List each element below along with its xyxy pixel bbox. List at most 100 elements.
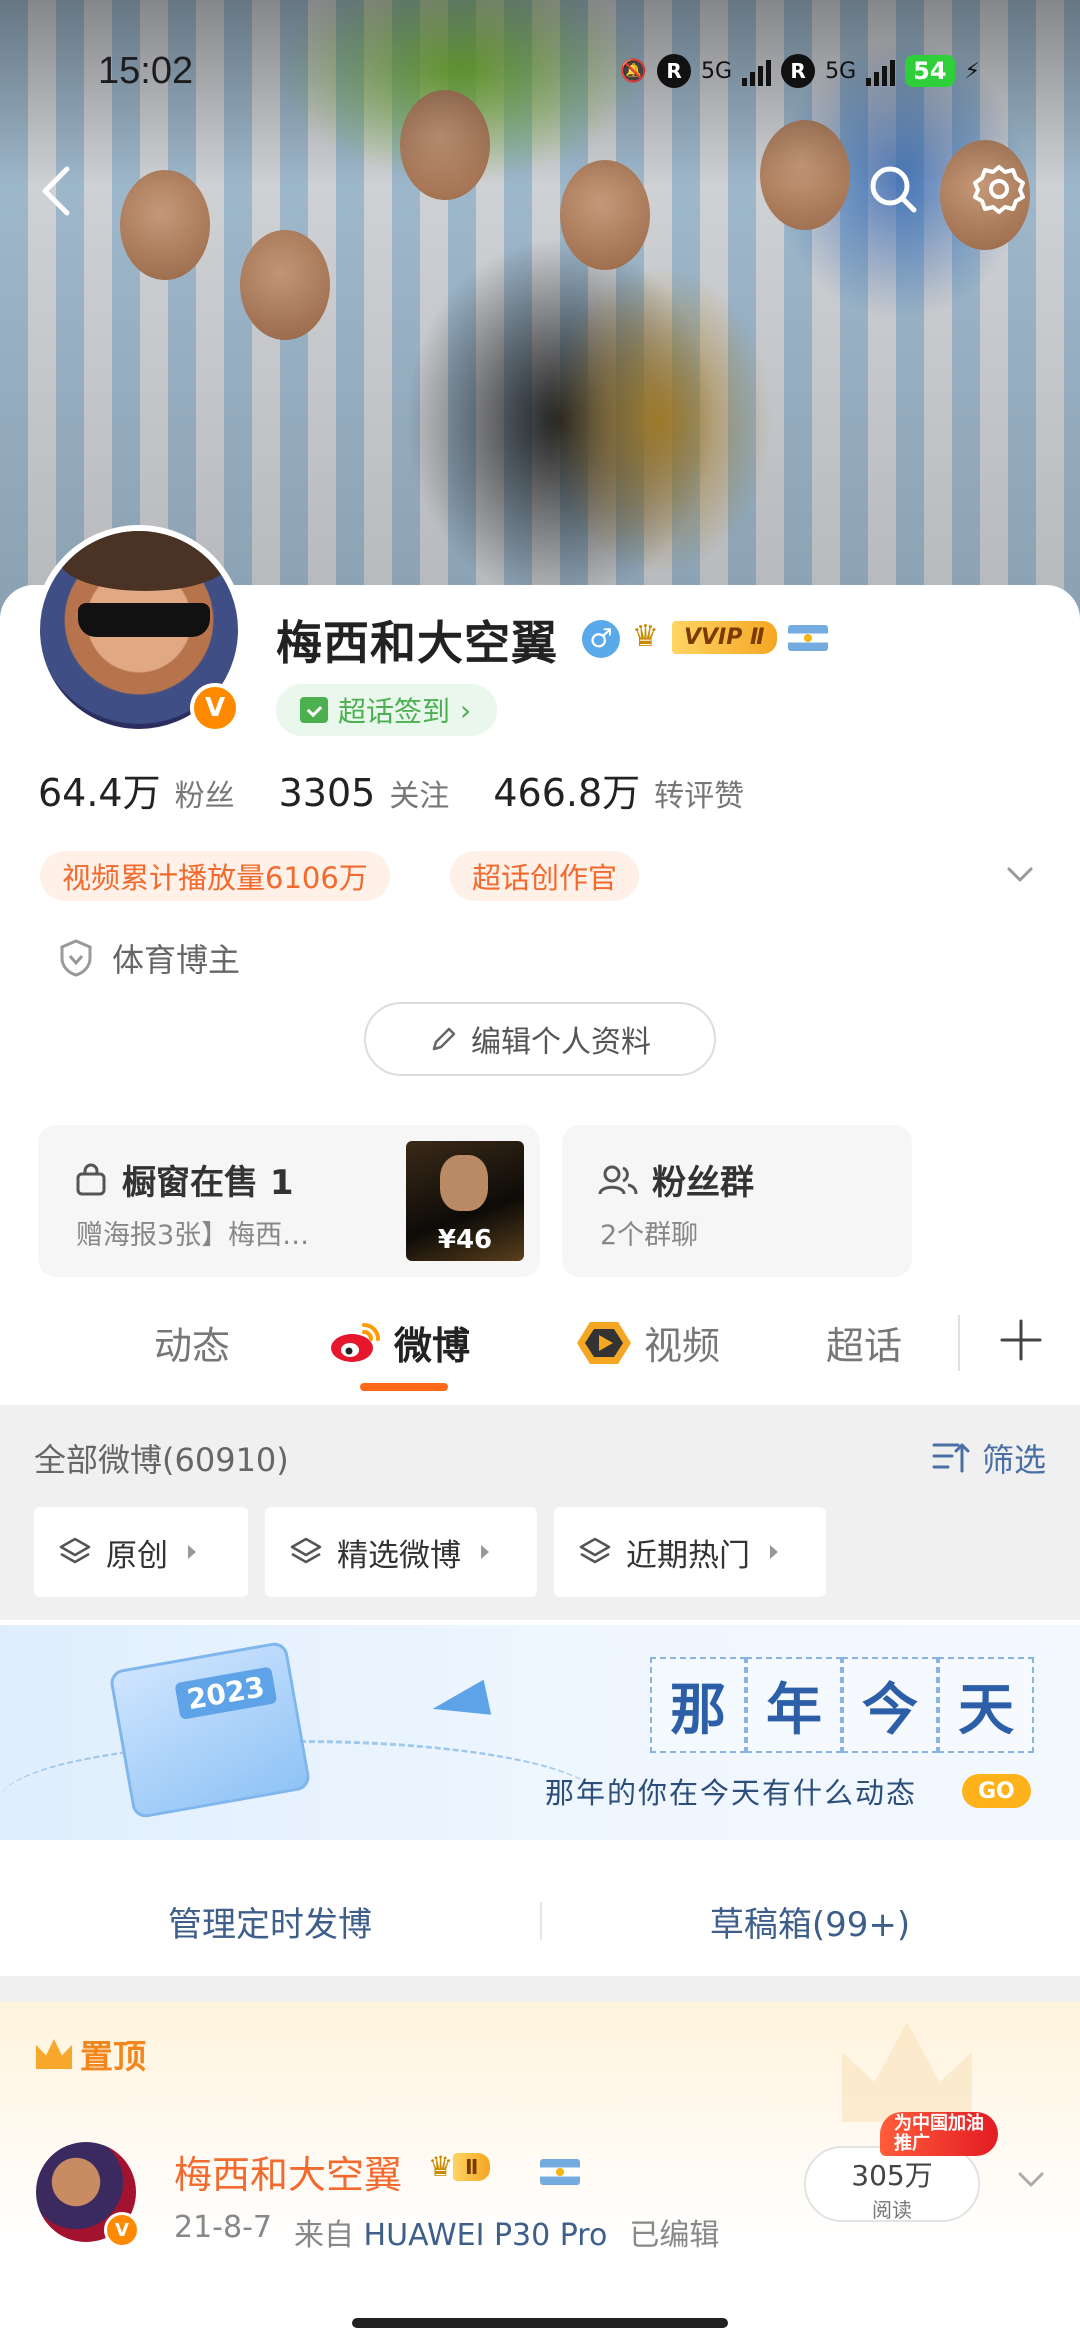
shopping-bag-icon — [76, 1163, 106, 1195]
pinned-label-row: 置顶 — [36, 2030, 146, 2078]
avatar-glasses — [78, 603, 210, 637]
tab-video[interactable]: 视频 — [576, 1315, 720, 1370]
home-indicator[interactable] — [352, 2318, 728, 2328]
search-icon — [870, 166, 917, 213]
battery-indicator: 54 — [905, 55, 955, 87]
chip-label: 精选微博 — [337, 1537, 461, 1574]
tab-chaohua[interactable]: 超话 — [826, 1315, 902, 1370]
layers-icon — [579, 1537, 611, 1564]
shop-window-title-row: 橱窗在售 1 — [74, 1155, 294, 1204]
tab-label: 视频 — [644, 1324, 721, 1368]
weibo-filter-section: 全部微博(60910) 筛选 原创 精选微博 近期热门 — [0, 1405, 1080, 1620]
edit-profile-button[interactable]: 编辑个人资料 — [364, 1002, 716, 1076]
tab-label: 动态 — [154, 1324, 231, 1368]
post-source-row: 来自 HUAWEI P30 Pro — [294, 2210, 607, 2254]
argentina-flag-icon — [540, 2159, 580, 2185]
stat-followers[interactable]: 64.4万 粉丝 — [38, 762, 235, 817]
read-count-button[interactable]: 305万 阅读 — [804, 2146, 980, 2222]
banner-title-char: 今 — [842, 1657, 938, 1753]
promo-line2: 推广 — [894, 2133, 930, 2154]
vip-tag: Ⅱ — [453, 2152, 491, 2181]
chaohua-checkin-button[interactable]: 超话签到 › — [276, 684, 498, 736]
pinned-post[interactable]: 置顶 V 梅西和大空翼 ♛ Ⅱ 21-8-7 来自 HUAWEI P30 Pro… — [0, 2002, 1080, 2347]
stat-following[interactable]: 3305 关注 — [279, 771, 450, 815]
status-bar: 15:02 🔕 R 5G R 5G 54 ⚡ — [0, 40, 1080, 100]
banner-year: 2023 — [174, 1666, 278, 1720]
weibo-logo-icon — [331, 1322, 380, 1362]
banner-go-button[interactable]: GO — [962, 1774, 1031, 1808]
tag-video-plays[interactable]: 视频累计播放量6106万 — [40, 851, 390, 901]
post-author-name[interactable]: 梅西和大空翼 — [174, 2144, 402, 2199]
profile-name: 梅西和大空翼 — [276, 616, 558, 670]
tag-chaohua-creator[interactable]: 超话创作官 — [450, 851, 640, 901]
stat-label: 关注 — [389, 779, 450, 814]
caret-right-icon — [481, 1545, 489, 1559]
network-label-a: 5G — [701, 58, 733, 84]
back-arrow-icon — [42, 166, 70, 216]
back-button[interactable] — [22, 156, 92, 226]
status-icons: 🔕 R 5G R 5G 54 ⚡ — [620, 54, 980, 88]
calendar-illustration-icon: 2023 — [108, 1640, 312, 1820]
banner-title-char: 年 — [746, 1657, 842, 1753]
scheduled-posts-button[interactable]: 管理定时发博 — [0, 1866, 540, 1976]
filter-label: 筛选 — [981, 1441, 1046, 1479]
crown-icon: ♛ — [632, 619, 659, 654]
chip-selected-weibo[interactable]: 精选微博 — [265, 1507, 537, 1597]
read-count: 305万 — [851, 2159, 933, 2192]
chevron-down-icon[interactable] — [1006, 860, 1034, 888]
on-this-day-banner[interactable]: 2023 那 年 今 天 那年的你在今天有什么动态 GO — [0, 1625, 1080, 1840]
shield-icon — [60, 939, 92, 977]
banner-title-char: 那 — [650, 1657, 746, 1753]
charging-icon: ⚡ — [964, 58, 980, 84]
drafts-button[interactable]: 草稿箱(99+) — [540, 1866, 1080, 1976]
search-button[interactable] — [858, 154, 928, 224]
chip-recent-hot[interactable]: 近期热门 — [554, 1507, 826, 1597]
fans-group-card[interactable]: 粉丝群 2个群聊 — [562, 1125, 912, 1277]
filter-icon — [932, 1443, 970, 1473]
crown-decoration-icon — [842, 2022, 972, 2122]
chevron-down-icon[interactable] — [1016, 2164, 1046, 2194]
edit-profile-label: 编辑个人资料 — [471, 1025, 651, 1060]
tab-dynamics[interactable]: 动态 — [154, 1315, 230, 1370]
layers-icon — [290, 1537, 322, 1564]
add-tab-plus-icon[interactable] — [998, 1317, 1044, 1363]
settings-button[interactable] — [964, 154, 1034, 224]
caret-right-icon — [770, 1545, 778, 1559]
signal-icon — [742, 56, 772, 86]
tab-label: 超话 — [826, 1324, 903, 1368]
tab-weibo[interactable]: 微博 — [328, 1315, 470, 1370]
chaohua-checkin-label: 超话签到 — [338, 695, 451, 728]
stat-interactions[interactable]: 466.8万 转评赞 — [493, 762, 744, 817]
shop-window-title: 橱窗在售 1 — [122, 1163, 294, 1203]
banner-title-char: 天 — [938, 1657, 1034, 1753]
post-source-prefix: 来自 — [294, 2218, 354, 2253]
all-weibo-count[interactable]: 全部微博(60910) — [34, 1435, 289, 1481]
verified-badge-icon: V — [104, 2212, 140, 2248]
promo-line1: 为中国加油 — [894, 2113, 984, 2135]
profile-stats: 64.4万 粉丝 3305 关注 466.8万 转评赞 — [38, 762, 788, 817]
mute-icon: 🔕 — [619, 58, 648, 84]
post-source[interactable]: HUAWEI P30 Pro — [364, 2218, 608, 2253]
promote-badge[interactable]: 为中国加油 推广 — [880, 2112, 998, 2156]
chip-original[interactable]: 原创 — [34, 1507, 248, 1597]
crown-icon — [36, 2039, 72, 2069]
calendar-check-icon — [300, 697, 328, 723]
argentina-flag-icon — [788, 625, 828, 651]
r-icon: R — [781, 54, 816, 88]
filter-button[interactable]: 筛选 — [932, 1435, 1046, 1481]
chip-label: 近期热门 — [626, 1537, 750, 1574]
tab-label: 微博 — [394, 1324, 471, 1368]
chevron-right-icon: › — [460, 693, 472, 727]
read-label: 阅读 — [872, 2198, 912, 2222]
post-date: 21-8-7 — [174, 2210, 272, 2245]
fans-group-title-row: 粉丝群 — [598, 1155, 754, 1204]
avatar-hair — [60, 531, 230, 591]
post-edited: 已编辑 — [629, 2218, 720, 2253]
vvip-badge[interactable]: ♛ VVIP Ⅱ — [632, 618, 777, 656]
crown-icon: ♛ — [428, 2150, 454, 2183]
network-label-b: 5G — [825, 58, 857, 84]
certification-row[interactable]: 体育博主 — [58, 935, 240, 981]
stat-number: 64.4万 — [38, 771, 161, 815]
product-thumbnail[interactable]: ¥46 — [406, 1141, 524, 1261]
product-price: ¥46 — [437, 1225, 493, 1255]
